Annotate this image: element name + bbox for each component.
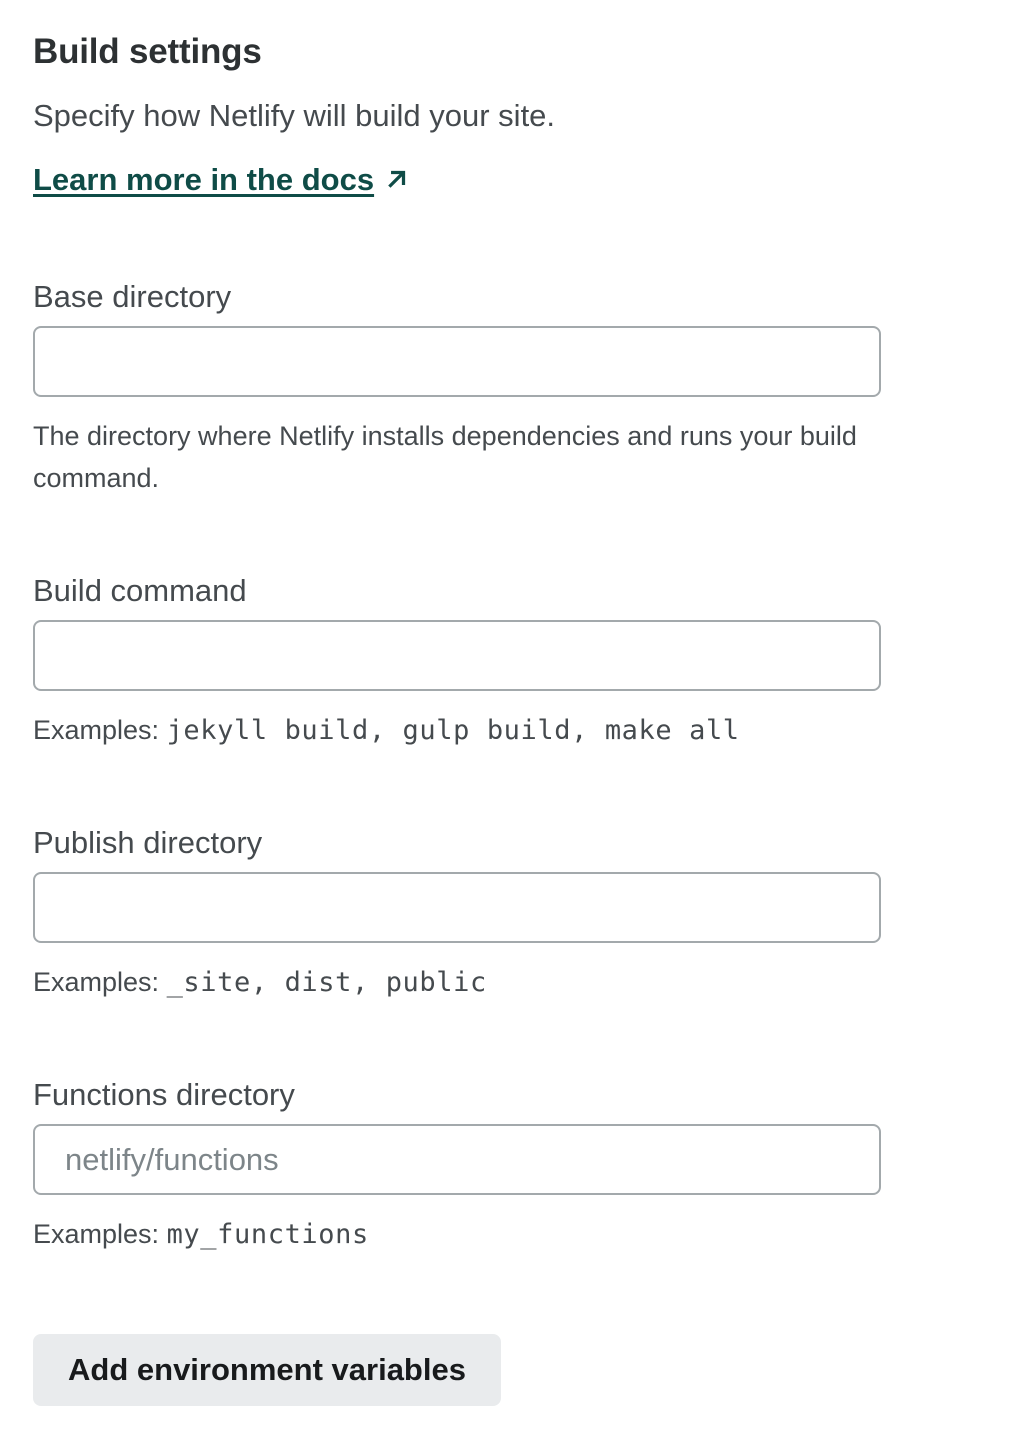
build-command-examples: jekyll build, gulp build, make all (166, 715, 740, 746)
publish-directory-input[interactable] (33, 872, 881, 943)
section-title: Build settings (33, 32, 262, 71)
base-directory-help: The directory where Netlify installs dep… (33, 421, 857, 493)
section-subtitle: Specify how Netlify will build your site… (33, 98, 556, 133)
publish-directory-help-prefix: Examples: (33, 967, 160, 997)
base-directory-input[interactable] (33, 326, 881, 397)
functions-directory-examples: my_functions (166, 1219, 369, 1250)
functions-directory-help-prefix: Examples: (33, 1219, 160, 1249)
external-arrow-icon (388, 170, 406, 188)
base-directory-label: Base directory (33, 279, 232, 314)
learn-more-docs-link[interactable]: Learn more in the docs (33, 160, 410, 200)
functions-directory-label: Functions directory (33, 1077, 295, 1112)
build-command-input[interactable] (33, 620, 881, 691)
docs-link-label: Learn more in the docs (33, 162, 375, 197)
publish-directory-examples: _site, dist, public (166, 967, 487, 998)
build-command-label: Build command (33, 573, 247, 608)
functions-directory-input[interactable] (33, 1124, 881, 1195)
publish-directory-help: Examples: _site, dist, public (33, 961, 881, 1004)
build-command-help: Examples: jekyll build, gulp build, make… (33, 709, 881, 752)
functions-directory-help: Examples: my_functions (33, 1213, 881, 1256)
build-command-help-prefix: Examples: (33, 715, 160, 745)
publish-directory-label: Publish directory (33, 825, 263, 860)
add-environment-variables-button[interactable]: Add environment variables (33, 1334, 501, 1406)
